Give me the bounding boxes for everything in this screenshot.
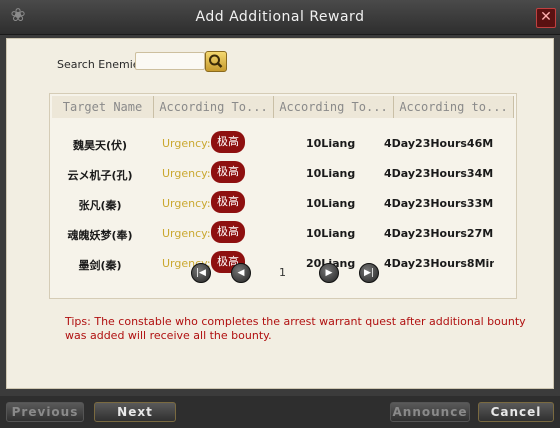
table-header: Target Name According To... According To… [50, 94, 518, 120]
table-row[interactable]: 张凡(秦) Urgency: 极高 10Liang 4Day23Hours33M… [50, 188, 518, 218]
prev-page-button[interactable]: ◀ [231, 263, 251, 283]
tips-text: Tips: The constable who completes the ar… [65, 315, 526, 342]
first-page-icon: |◀ [196, 268, 206, 278]
prev-page-icon: ◀ [237, 268, 245, 278]
urgency-seal: 极高 [211, 161, 245, 183]
cancel-button[interactable]: Cancel [478, 402, 554, 422]
table-row[interactable]: 云メ机子(孔) Urgency: 极高 10Liang 4Day23Hours3… [50, 158, 518, 188]
content-panel: Search Enemies Target Name According To.… [6, 38, 554, 389]
urgency-label: Urgency: [162, 137, 211, 150]
bounty-amount: 10Liang [306, 137, 356, 150]
search-button[interactable] [205, 51, 227, 72]
urgency-label: Urgency: [162, 227, 211, 240]
col-header-target-name[interactable]: Target Name [52, 96, 154, 118]
close-button[interactable]: ✕ [536, 8, 556, 28]
footer-bar: Previous Next Announce Cancel [0, 396, 560, 428]
table-row[interactable]: 魂魄妖梦(奉) Urgency: 极高 10Liang 4Day23Hours2… [50, 218, 518, 248]
time-remaining: 4Day23Hours27Mi... [384, 227, 494, 240]
dialog-title: Add Additional Reward [195, 9, 365, 25]
pagination: |◀ ◀ 1 ▶ ▶| [7, 263, 555, 285]
time-remaining: 4Day23Hours34Mi... [384, 167, 494, 180]
target-name: 云メ机子(孔) [67, 169, 133, 182]
target-name: 张凡(秦) [78, 199, 122, 212]
previous-button[interactable]: Previous [6, 402, 84, 422]
target-name: 魂魄妖梦(奉) [67, 229, 133, 242]
urgency-label: Urgency: [162, 167, 211, 180]
urgency-seal: 极高 [211, 191, 245, 213]
bounty-amount: 10Liang [306, 167, 356, 180]
announce-button[interactable]: Announce [390, 402, 470, 422]
table-row[interactable]: 魏昊天(伏) Urgency: 极高 10Liang 4Day23Hours46… [50, 128, 518, 158]
time-remaining: 4Day23Hours33Mi... [384, 197, 494, 210]
add-reward-dialog: ❀ Add Additional Reward ✕ Search Enemies… [0, 0, 560, 428]
col-header-according-to-1[interactable]: According To... [154, 96, 274, 118]
page-number: 1 [279, 266, 286, 279]
title-bar[interactable]: ❀ Add Additional Reward ✕ [0, 0, 560, 35]
col-header-according-to-2[interactable]: According To... [274, 96, 394, 118]
magnifier-icon [209, 54, 223, 68]
search-input[interactable] [135, 52, 205, 70]
last-page-button[interactable]: ▶| [359, 263, 379, 283]
last-page-icon: ▶| [364, 268, 374, 278]
close-icon: ✕ [540, 9, 552, 25]
next-page-icon: ▶ [325, 268, 333, 278]
urgency-seal: 极高 [211, 131, 245, 153]
bounty-amount: 10Liang [306, 227, 356, 240]
time-remaining: 4Day23Hours46Mi... [384, 137, 494, 150]
first-page-button[interactable]: |◀ [191, 263, 211, 283]
urgency-seal: 极高 [211, 221, 245, 243]
col-header-according-to-3[interactable]: According to... [394, 96, 514, 118]
next-page-button[interactable]: ▶ [319, 263, 339, 283]
next-button[interactable]: Next [94, 402, 176, 422]
target-name: 魏昊天(伏) [72, 139, 128, 152]
urgency-label: Urgency: [162, 197, 211, 210]
bounty-amount: 10Liang [306, 197, 356, 210]
search-label: Search Enemies [57, 58, 146, 71]
